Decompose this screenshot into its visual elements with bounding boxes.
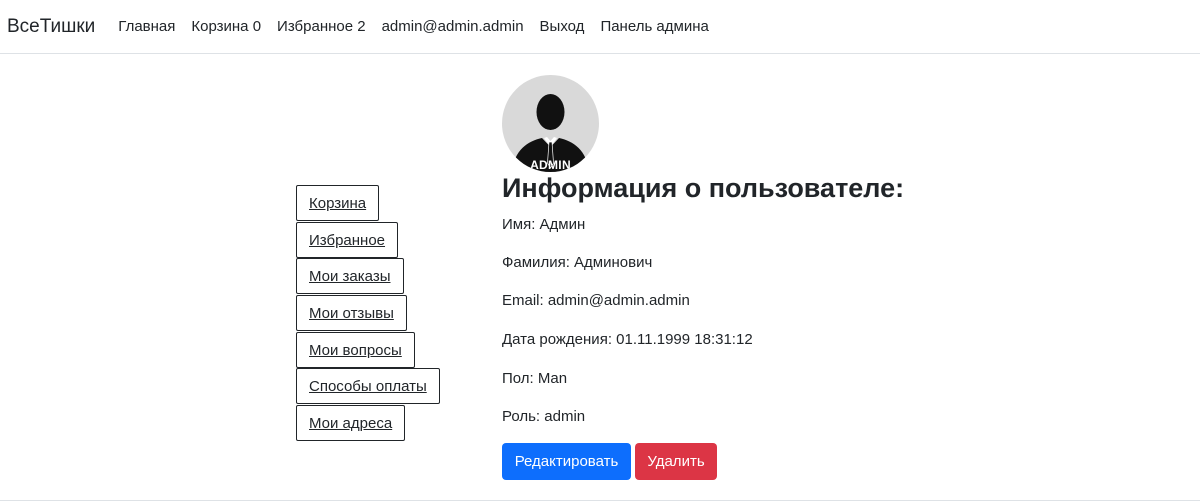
footer-divider: [0, 500, 1200, 501]
edit-profile-button[interactable]: Редактировать: [502, 443, 631, 480]
profile-email: Email: admin@admin.admin: [502, 292, 690, 309]
side-menu-payment-methods-button[interactable]: Способы оплаты: [296, 368, 440, 404]
profile-gender: Пол: Man: [502, 370, 568, 387]
brand-logo[interactable]: ВсеТишки: [7, 16, 95, 38]
profile-last-name: Фамилия: Админович: [502, 254, 653, 271]
avatar-badge-label: ADMIN: [530, 158, 571, 172]
page-title: Информация о пользователе:: [502, 173, 905, 203]
profile-role: Роль: admin: [502, 408, 586, 425]
side-menu-questions-button[interactable]: Мои вопросы: [296, 332, 415, 368]
side-menu-addresses-button[interactable]: Мои адреса: [296, 405, 406, 441]
profile-first-name: Имя: Админ: [502, 216, 586, 233]
nav-link-cart[interactable]: Корзина 0: [191, 18, 261, 35]
nav-link-home[interactable]: Главная: [118, 18, 175, 35]
profile-birth-date: Дата рождения: 01.11.1999 18:31:12: [502, 331, 753, 348]
delete-profile-button[interactable]: Удалить: [635, 443, 717, 480]
nav-link-logout[interactable]: Выход: [540, 18, 585, 35]
nav-link-account[interactable]: admin@admin.admin: [382, 18, 524, 35]
side-menu-favorites-button[interactable]: Избранное: [296, 222, 399, 258]
side-menu-orders-button[interactable]: Мои заказы: [296, 258, 404, 294]
avatar: ADMIN: [502, 75, 599, 172]
nav-link-admin-panel[interactable]: Панель админа: [600, 18, 708, 35]
side-menu-cart-button[interactable]: Корзина: [296, 185, 380, 221]
side-menu-reviews-button[interactable]: Мои отзывы: [296, 295, 407, 331]
nav-link-favorites[interactable]: Избранное 2: [277, 18, 366, 35]
top-navbar: ВсеТишки Главная Корзина 0 Избранное 2 a…: [0, 0, 1200, 54]
